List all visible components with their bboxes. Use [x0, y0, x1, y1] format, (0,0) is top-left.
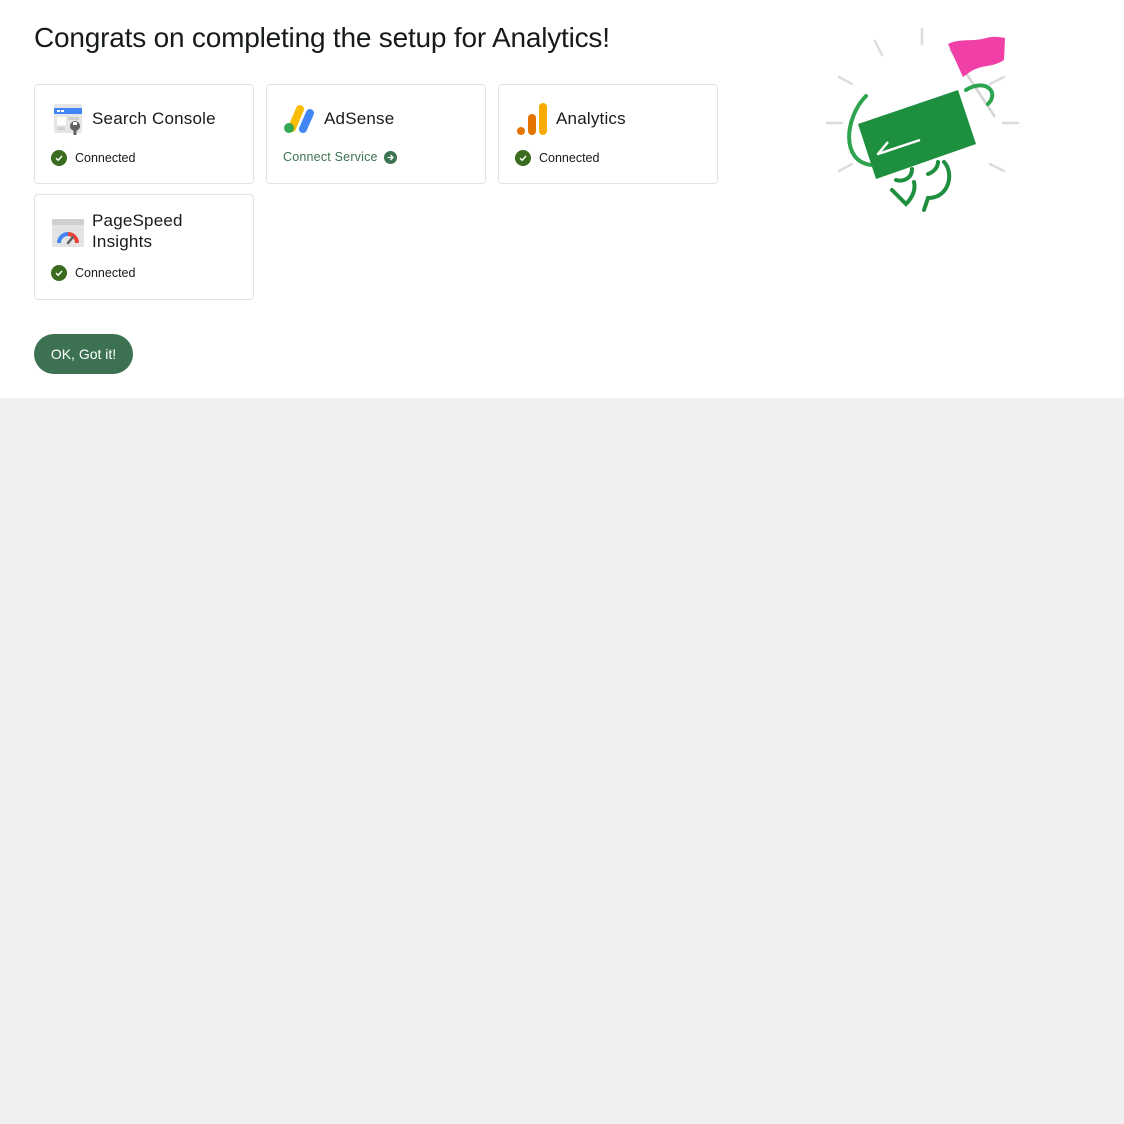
- arrow-right-icon: [383, 150, 397, 164]
- status-text: Connected: [75, 266, 136, 280]
- ok-got-it-button[interactable]: OK, Got it!: [34, 334, 133, 374]
- check-icon: [51, 150, 67, 166]
- page-title: Congrats on completing the setup for Ana…: [34, 22, 610, 53]
- analytics-icon: [517, 103, 547, 135]
- check-icon: [51, 265, 67, 281]
- status-text: Connected: [539, 151, 600, 165]
- status-badge: Connected: [515, 150, 599, 166]
- adsense-icon: [284, 105, 314, 133]
- service-name-line2: Insights: [92, 232, 153, 251]
- service-name-line1: PageSpeed: [92, 211, 183, 230]
- service-card-search-console: Search Console Connected: [34, 84, 254, 184]
- status-text: Connected: [75, 151, 136, 165]
- celebration-illustration: [825, 27, 1020, 212]
- setup-success-panel: Congrats on completing the setup for Ana…: [0, 0, 1124, 398]
- pagespeed-insights-icon: [52, 219, 84, 247]
- service-name: PageSpeed Insights: [92, 210, 183, 252]
- service-name: Analytics: [556, 109, 626, 128]
- service-card-analytics: Analytics Connected: [498, 84, 718, 184]
- service-card-pagespeed-insights: PageSpeed Insights Connected: [34, 194, 254, 300]
- service-name: AdSense: [324, 109, 395, 128]
- service-name: Search Console: [92, 109, 216, 128]
- search-console-icon: [54, 104, 82, 135]
- connect-service-label: Connect Service: [283, 150, 378, 164]
- status-badge: Connected: [51, 265, 135, 281]
- check-icon: [515, 150, 531, 166]
- service-card-adsense: AdSense Connect Service: [266, 84, 486, 184]
- connect-service-link[interactable]: Connect Service: [283, 150, 397, 164]
- status-badge: Connected: [51, 150, 135, 166]
